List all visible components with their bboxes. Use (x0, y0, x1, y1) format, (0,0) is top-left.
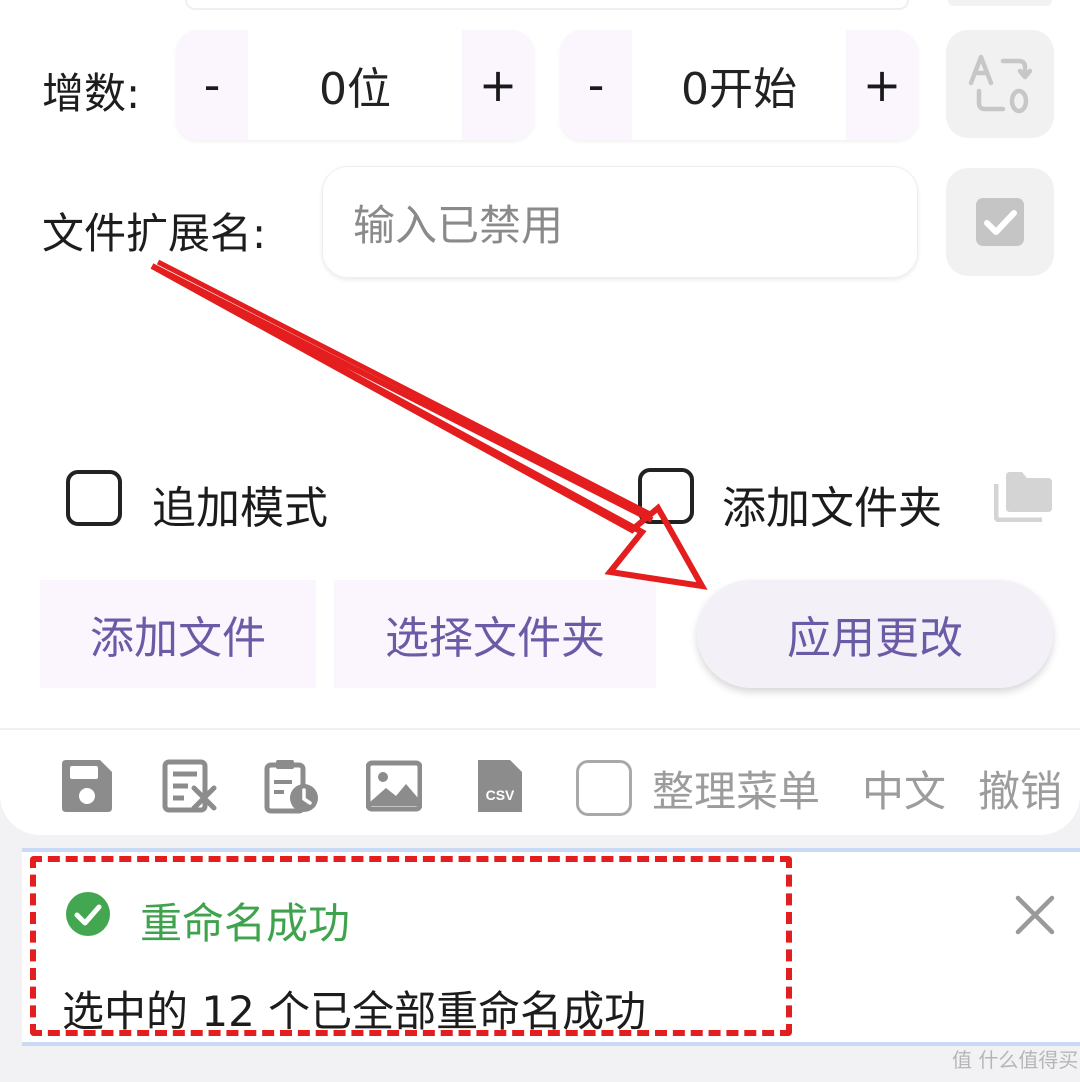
toolbar-divider (0, 728, 1080, 730)
previous-tile-edge (948, 0, 1052, 6)
clipboard-history-icon[interactable] (264, 758, 320, 814)
rename-settings-panel (0, 0, 1080, 835)
csv-file-icon[interactable]: CSV (472, 758, 528, 814)
start-stepper: - 0开始 + (560, 30, 918, 140)
save-icon[interactable] (58, 758, 114, 814)
add-folder-checkbox[interactable] (638, 468, 694, 524)
folders-icon (994, 472, 1052, 522)
close-icon[interactable] (1012, 892, 1058, 938)
previous-field-edge (185, 0, 909, 10)
start-value: 0开始 (681, 64, 797, 115)
digits-plus-button[interactable]: + (462, 30, 534, 140)
text-case-icon (968, 54, 1033, 114)
add-folder-label: 添加文件夹 (722, 483, 942, 534)
increment-label: 增数: (42, 69, 141, 118)
extension-input[interactable]: 输入已禁用 (322, 166, 918, 278)
start-plus-button[interactable]: + (846, 30, 918, 140)
choose-folder-button[interactable]: 选择文件夹 (334, 580, 656, 688)
case-convert-button[interactable] (946, 30, 1054, 138)
append-mode-label: 追加模式 (152, 483, 328, 534)
append-mode-checkbox[interactable] (66, 470, 122, 526)
organize-menu-checkbox[interactable] (576, 760, 632, 816)
start-minus-button[interactable]: - (560, 30, 632, 140)
apply-changes-button[interactable]: 应用更改 (697, 580, 1053, 688)
organize-menu-label: 整理菜单 (652, 767, 821, 816)
language-chinese-button[interactable]: 中文 (862, 758, 946, 819)
digits-stepper: - 0位 + (176, 30, 534, 140)
extension-confirm-button[interactable] (946, 168, 1054, 276)
digits-minus-button[interactable]: - (176, 30, 248, 140)
add-files-button[interactable]: 添加文件 (40, 580, 316, 688)
watermark: 值 什么值得买 (952, 1048, 1079, 1072)
extension-label: 文件扩展名: (42, 209, 267, 258)
edit-list-icon[interactable] (162, 758, 218, 814)
image-icon[interactable] (366, 758, 422, 814)
digits-value: 0位 (319, 64, 391, 115)
checkbox-checked-icon (976, 198, 1024, 246)
undo-button[interactable]: 撤销 (978, 758, 1062, 819)
annotation-dashed-box (30, 856, 792, 1036)
csv-icon-text: CSV (486, 787, 515, 803)
